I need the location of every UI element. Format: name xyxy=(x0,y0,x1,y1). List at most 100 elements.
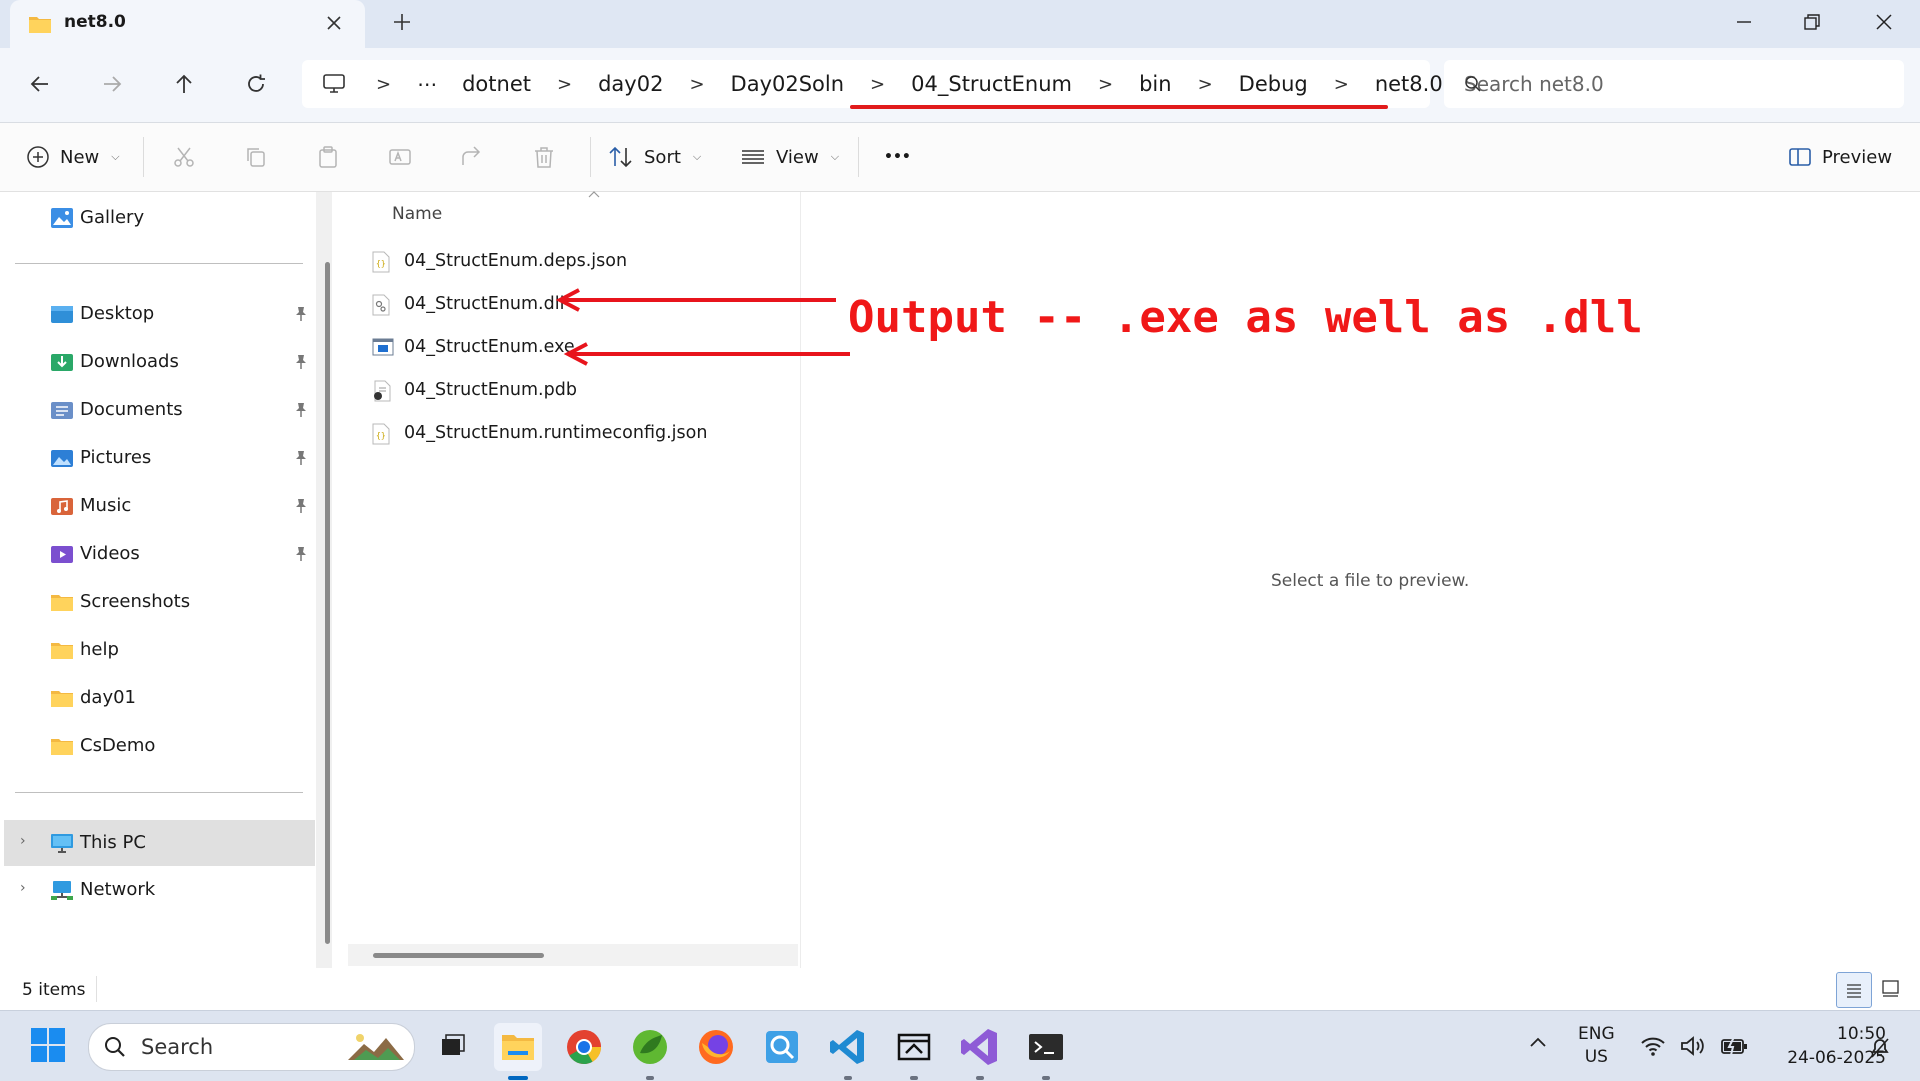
pin-icon[interactable] xyxy=(294,306,308,322)
share-button[interactable] xyxy=(460,123,484,191)
taskbar-app-firefox[interactable] xyxy=(692,1023,740,1071)
pin-icon[interactable] xyxy=(294,450,308,466)
battery-charging-icon[interactable] xyxy=(1720,1035,1748,1057)
copy-button[interactable] xyxy=(244,123,268,191)
taskbar-app-file-explorer[interactable] xyxy=(494,1023,542,1080)
view-button[interactable]: View ⌵ xyxy=(740,123,839,191)
taskbar-search-box[interactable]: Search xyxy=(88,1023,415,1071)
pin-icon[interactable] xyxy=(294,402,308,418)
sidebar-item-this-pc[interactable]: › This PC xyxy=(4,820,315,866)
search-input[interactable]: Search net8.0 xyxy=(1444,60,1904,108)
breadcrumb-chevron-icon[interactable]: > xyxy=(1084,74,1127,95)
close-tab-icon[interactable] xyxy=(325,14,343,32)
tiles-view-icon[interactable] xyxy=(1880,978,1902,1000)
share-icon xyxy=(460,145,484,169)
chevron-right-icon[interactable]: › xyxy=(20,880,26,896)
horizontal-scrollbar-thumb[interactable] xyxy=(373,953,544,958)
restore-icon[interactable] xyxy=(1802,12,1822,32)
minimize-icon[interactable] xyxy=(1734,12,1754,32)
cut-button[interactable] xyxy=(172,123,196,191)
file-row[interactable]: {} 04_StructEnum.runtimeconfig.json xyxy=(372,420,707,450)
taskbar-app-vscode[interactable] xyxy=(824,1023,872,1080)
sidebar-item-network[interactable]: › Network xyxy=(0,870,316,910)
up-arrow-icon[interactable] xyxy=(172,72,196,96)
pin-icon[interactable] xyxy=(294,546,308,562)
computer-icon[interactable] xyxy=(322,73,346,95)
taskbar-app-task-view[interactable] xyxy=(428,1023,476,1071)
copy-icon xyxy=(244,145,268,169)
wifi-icon[interactable] xyxy=(1640,1035,1666,1057)
close-window-icon[interactable] xyxy=(1874,12,1894,32)
chevron-right-icon[interactable]: › xyxy=(20,833,26,849)
breadcrumb-04-structenum[interactable]: 04_StructEnum xyxy=(899,72,1084,96)
file-row[interactable]: 04_StructEnum.dll xyxy=(372,291,672,321)
breadcrumb-net8[interactable]: net8.0 xyxy=(1363,72,1455,96)
sidebar-item-day01[interactable]: day01 xyxy=(0,678,316,718)
file-row[interactable]: {} 04_StructEnum.deps.json xyxy=(372,248,672,278)
sort-button[interactable]: Sort ⌵ xyxy=(608,123,701,191)
sidebar-scrollbar-thumb[interactable] xyxy=(325,262,330,944)
breadcrumb-day02soln[interactable]: Day02Soln xyxy=(719,72,857,96)
pane-divider[interactable] xyxy=(800,192,801,968)
sidebar-item-csdemo[interactable]: CsDemo xyxy=(0,726,316,766)
file-row[interactable]: 04_StructEnum.pdb xyxy=(372,377,672,407)
address-bar[interactable]: > ⋯ dotnet > day02 > Day02Soln > 04_Stru… xyxy=(302,60,1443,108)
sidebar-item-documents[interactable]: Documents xyxy=(0,390,316,430)
new-button[interactable]: New ⌵ xyxy=(26,123,120,191)
videos-icon xyxy=(50,543,74,565)
taskbar-app-terminal[interactable] xyxy=(1022,1023,1070,1080)
volume-icon[interactable] xyxy=(1680,1035,1706,1057)
exe-file-icon xyxy=(372,337,394,357)
system-tray[interactable] xyxy=(1640,1035,1748,1057)
paste-button[interactable] xyxy=(316,123,340,191)
sidebar-item-screenshots[interactable]: Screenshots xyxy=(0,582,316,622)
delete-button[interactable] xyxy=(532,123,556,191)
taskbar-app-magnifier[interactable] xyxy=(758,1023,806,1071)
breadcrumb-chevron-icon[interactable]: > xyxy=(543,74,586,95)
toolbar-divider xyxy=(858,137,859,177)
breadcrumb-debug[interactable]: Debug xyxy=(1227,72,1320,96)
breadcrumb-chevron-icon[interactable]: > xyxy=(856,74,899,95)
breadcrumb-chevron-icon[interactable]: > xyxy=(362,74,405,95)
sidebar-item-pictures[interactable]: Pictures xyxy=(0,438,316,478)
preview-pane-button[interactable]: Preview xyxy=(1788,123,1892,191)
pictures-icon xyxy=(50,447,74,469)
pin-icon[interactable] xyxy=(294,354,308,370)
breadcrumb-day02[interactable]: day02 xyxy=(586,72,675,96)
new-tab-icon[interactable] xyxy=(392,12,412,32)
breadcrumb-chevron-icon[interactable]: > xyxy=(1184,74,1227,95)
breadcrumb-chevron-icon[interactable]: > xyxy=(1320,74,1363,95)
breadcrumb-dotnet[interactable]: dotnet xyxy=(450,72,543,96)
sidebar-item-desktop[interactable]: Desktop xyxy=(0,294,316,334)
notification-bell-icon[interactable] xyxy=(1868,1035,1892,1059)
pin-icon[interactable] xyxy=(294,498,308,514)
sidebar-item-label: Screenshots xyxy=(80,591,191,612)
refresh-icon[interactable] xyxy=(244,72,268,96)
breadcrumb-chevron-icon[interactable]: > xyxy=(675,74,718,95)
taskbar-app-spring-tool[interactable] xyxy=(626,1023,674,1080)
window-tab[interactable]: net8.0 xyxy=(10,0,365,48)
sidebar-item-help[interactable]: help xyxy=(0,630,316,670)
sidebar-item-videos[interactable]: Videos xyxy=(0,534,316,574)
breadcrumb-overflow[interactable]: ⋯ xyxy=(405,72,450,96)
windows-start-icon[interactable] xyxy=(30,1027,66,1063)
forward-arrow-icon[interactable] xyxy=(100,72,124,96)
annotation-text: Output -- .exe as well as .dll xyxy=(848,292,1643,343)
column-header-name[interactable]: Name xyxy=(392,204,442,224)
breadcrumb-bin[interactable]: bin xyxy=(1127,72,1183,96)
folder-icon xyxy=(50,591,74,613)
show-hidden-icons-chevron-icon[interactable] xyxy=(1528,1035,1548,1049)
taskbar-app-chrome[interactable] xyxy=(560,1023,608,1071)
sidebar-item-gallery[interactable]: Gallery xyxy=(0,198,316,238)
details-view-icon[interactable] xyxy=(1836,972,1872,1008)
back-arrow-icon[interactable] xyxy=(28,72,52,96)
taskbar-app-visual-studio[interactable] xyxy=(956,1023,1004,1080)
taskbar-app-snipping-tool[interactable] xyxy=(890,1023,938,1080)
breadcrumb: > ⋯ dotnet > day02 > Day02Soln > 04_Stru… xyxy=(362,60,1455,108)
more-options-button[interactable]: ••• xyxy=(884,123,911,191)
sidebar-item-downloads[interactable]: Downloads xyxy=(0,342,316,382)
rename-button[interactable] xyxy=(388,123,412,191)
input-language-indicator[interactable]: ENG US xyxy=(1578,1023,1615,1069)
file-row[interactable]: 04_StructEnum.exe xyxy=(372,334,672,364)
sidebar-item-music[interactable]: Music xyxy=(0,486,316,526)
